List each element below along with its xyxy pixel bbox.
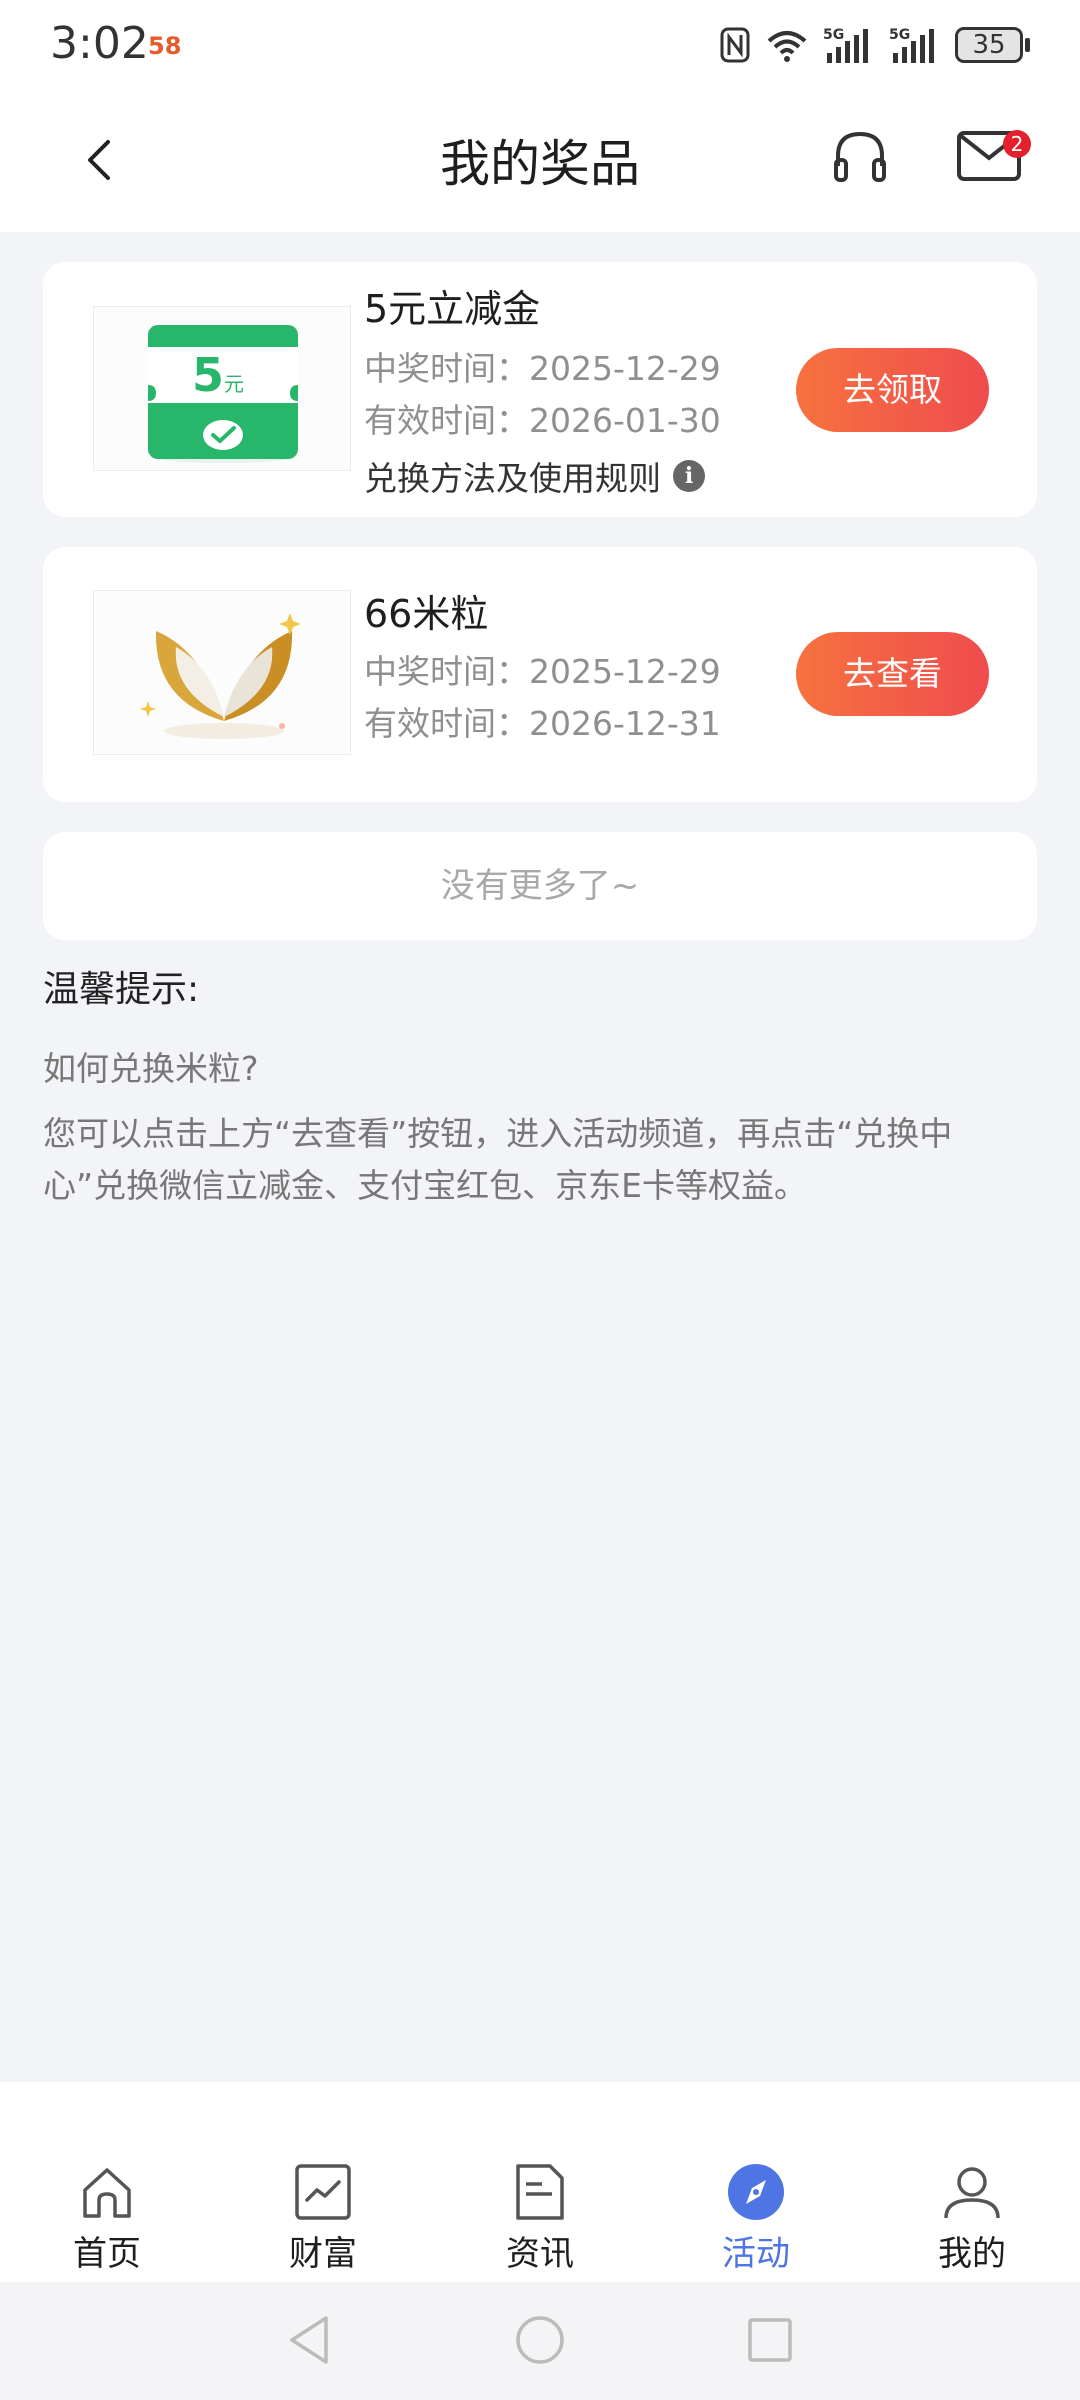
nav-label: 财富	[289, 2234, 357, 2274]
view-button[interactable]: 去查看	[796, 632, 989, 716]
home-icon	[83, 2168, 131, 2218]
status-bar: 3:02 58 5G 5G 35	[0, 0, 1080, 90]
nav-label: 首页	[73, 2234, 141, 2274]
wifi-icon	[767, 31, 807, 62]
prize-name: 66米粒	[364, 592, 489, 636]
system-navigation-bar	[0, 2282, 1080, 2400]
nav-item-mine[interactable]: 我的	[892, 2162, 1052, 2275]
nav-item-activity[interactable]: 活动	[676, 2162, 836, 2275]
nav-label: 资讯	[506, 2234, 574, 2274]
info-icon: i	[673, 460, 705, 492]
rice-points-image	[93, 590, 351, 755]
nav-item-wealth[interactable]: 财富	[243, 2162, 403, 2275]
voucher-unit: 元	[224, 372, 244, 396]
prize-name: 5元立减金	[364, 287, 541, 331]
valid-time: 有效时间：2026-12-31	[364, 704, 721, 743]
valid-time: 有效时间：2026-01-30	[364, 401, 721, 440]
user-icon	[944, 2167, 1000, 2219]
page-title: 我的奖品	[440, 135, 640, 193]
no-more-label: 没有更多了~	[43, 832, 1037, 940]
battery-level: 35	[955, 27, 1023, 63]
svg-text:5G: 5G	[823, 27, 844, 43]
svg-text:5G: 5G	[889, 27, 910, 43]
header: 我的奖品 2	[0, 90, 1080, 232]
rules-link[interactable]: 兑换方法及使用规则 i	[364, 452, 705, 500]
signal-5g-icon: 5G	[823, 27, 868, 63]
claim-button[interactable]: 去领取	[796, 348, 989, 432]
battery-icon: 35	[955, 27, 1030, 63]
nfc-icon	[720, 27, 750, 63]
app-notification-icon: 58	[148, 32, 182, 60]
customer-service-icon[interactable]	[830, 126, 890, 186]
news-icon	[516, 2164, 564, 2220]
win-time: 中奖时间：2025-12-29	[364, 652, 721, 691]
prize-card: 5 元 5元立减金 中奖时间：2025-12-29 有效时间：2026-01-3…	[43, 262, 1037, 517]
win-time: 中奖时间：2025-12-29	[364, 349, 721, 388]
system-home-icon[interactable]	[512, 2312, 568, 2368]
nav-item-home[interactable]: 首页	[27, 2162, 187, 2275]
prize-card: 66米粒 中奖时间：2025-12-29 有效时间：2026-12-31 去查看	[43, 547, 1037, 802]
system-recents-icon[interactable]	[742, 2312, 798, 2368]
mail-badge: 2	[1003, 130, 1031, 158]
chart-icon	[295, 2164, 351, 2220]
compass-icon	[728, 2164, 784, 2220]
status-time: 3:02	[50, 18, 149, 69]
signal-5g-icon-2: 5G	[889, 27, 934, 63]
voucher-amount: 5	[192, 348, 224, 402]
tips-question: 如何兑换米粒?	[43, 1049, 259, 1088]
tips-title: 温馨提示:	[43, 969, 200, 1010]
system-back-icon[interactable]	[282, 2312, 338, 2368]
rules-link-label: 兑换方法及使用规则	[364, 459, 661, 498]
tips-answer: 您可以点击上方“去查看”按钮，进入活动频道，再点击“兑换中心”兑换微信立减金、支…	[43, 1114, 953, 1205]
nav-label: 我的	[938, 2234, 1006, 2274]
bottom-nav: 首页 财富 资讯 活动 我的	[0, 2082, 1080, 2282]
status-icons: 5G 5G 35	[719, 22, 1030, 68]
nav-label: 活动	[722, 2234, 790, 2274]
cash-voucher-image: 5 元	[93, 306, 351, 471]
nav-item-news[interactable]: 资讯	[460, 2162, 620, 2275]
